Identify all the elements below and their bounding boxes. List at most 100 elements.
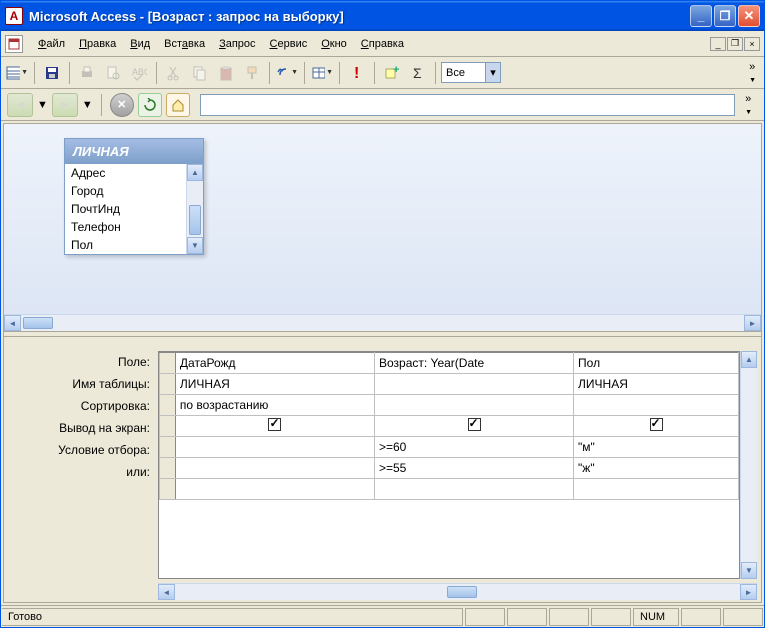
grid-row-show: [160, 416, 739, 437]
grid-cell[interactable]: >=60: [374, 437, 573, 458]
grid-cell[interactable]: [175, 458, 374, 479]
table-field[interactable]: Телефон: [65, 218, 186, 236]
mdi-minimize-button[interactable]: _: [710, 37, 726, 51]
scroll-thumb[interactable]: [447, 586, 477, 598]
query-type-button[interactable]: ▼: [310, 61, 334, 85]
totals-button[interactable]: Σ: [406, 61, 430, 85]
show-table-button[interactable]: +: [380, 61, 404, 85]
table-field[interactable]: ПочтИнд: [65, 200, 186, 218]
undo-button[interactable]: ▼: [275, 61, 299, 85]
scroll-left-icon[interactable]: ◄: [158, 584, 175, 600]
grid-row-table: ЛИЧНАЯ ЛИЧНАЯ: [160, 374, 739, 395]
save-button[interactable]: [40, 61, 64, 85]
scroll-up-icon[interactable]: ▲: [741, 351, 757, 368]
view-button[interactable]: ▼: [5, 61, 29, 85]
grid-cell[interactable]: ЛИЧНАЯ: [574, 374, 739, 395]
maximize-button[interactable]: ❐: [714, 5, 736, 27]
label-or: или:: [8, 461, 158, 483]
address-bar[interactable]: [200, 94, 735, 116]
menu-вид[interactable]: Вид: [123, 35, 157, 53]
cut-button[interactable]: [162, 61, 186, 85]
table-source-box[interactable]: ЛИЧНАЯ АдресГородПочтИндТелефонПол ▲ ▼: [64, 138, 204, 255]
grid-cell[interactable]: [374, 374, 573, 395]
grid-cell[interactable]: ЛИЧНАЯ: [175, 374, 374, 395]
grid-cell[interactable]: Пол: [574, 353, 739, 374]
navbar-overflow-button[interactable]: »▼: [739, 93, 758, 117]
grid-cell[interactable]: "ж": [574, 458, 739, 479]
stop-button[interactable]: ✕: [110, 93, 134, 117]
grid-row-or: >=55 "ж": [160, 458, 739, 479]
close-button[interactable]: ✕: [738, 5, 760, 27]
print-button[interactable]: [75, 61, 99, 85]
mdi-restore-button[interactable]: ❐: [727, 37, 743, 51]
grid-cell[interactable]: Возраст: Year(Date: [374, 353, 573, 374]
table-scrollbar[interactable]: ▲ ▼: [186, 164, 203, 254]
menu-справка[interactable]: Справка: [354, 35, 411, 53]
print-preview-button[interactable]: [101, 61, 125, 85]
tables-pane[interactable]: ЛИЧНАЯ АдресГородПочтИндТелефонПол ▲ ▼: [4, 124, 761, 314]
app-icon: A: [5, 7, 23, 25]
grid-cell[interactable]: [175, 416, 374, 437]
grid-cell[interactable]: [574, 395, 739, 416]
copy-button[interactable]: [188, 61, 212, 85]
forward-dropdown[interactable]: ▼: [82, 99, 93, 111]
show-checkbox[interactable]: [468, 418, 481, 431]
scroll-left-icon[interactable]: ◄: [4, 315, 21, 331]
scroll-thumb[interactable]: [23, 317, 53, 329]
grid-cell[interactable]: [574, 416, 739, 437]
grid-cell[interactable]: "м": [574, 437, 739, 458]
label-table: Имя таблицы:: [8, 373, 158, 395]
menu-файл[interactable]: Файл: [31, 35, 72, 53]
home-button[interactable]: [166, 93, 190, 117]
status-text: Готово: [2, 608, 463, 626]
paste-button[interactable]: [214, 61, 238, 85]
table-field-list[interactable]: АдресГородПочтИндТелефонПол: [65, 164, 186, 254]
upper-hscroll[interactable]: ◄ ►: [4, 314, 761, 331]
table-field[interactable]: Город: [65, 182, 186, 200]
scroll-right-icon[interactable]: ►: [744, 315, 761, 331]
svg-text:Σ: Σ: [413, 65, 422, 81]
grid-cell[interactable]: [374, 395, 573, 416]
top-values-combo[interactable]: Все ▾: [441, 62, 501, 83]
back-button[interactable]: ◄: [7, 93, 33, 117]
scroll-up-icon[interactable]: ▲: [187, 164, 203, 181]
menu-запрос[interactable]: Запрос: [212, 35, 262, 53]
query-design-workspace: ЛИЧНАЯ АдресГородПочтИндТелефонПол ▲ ▼ ◄…: [3, 123, 762, 603]
grid-cell[interactable]: по возрастанию: [175, 395, 374, 416]
window-title: Microsoft Access - [Возраст : запрос на …: [29, 9, 690, 24]
grid-hscroll[interactable]: ◄ ►: [158, 583, 757, 600]
back-dropdown[interactable]: ▼: [37, 99, 48, 111]
toolbar-overflow-button[interactable]: »▼: [745, 61, 760, 85]
menu-окно[interactable]: Окно: [314, 35, 354, 53]
show-checkbox[interactable]: [268, 418, 281, 431]
design-grid[interactable]: ДатаРожд Возраст: Year(Date Пол ЛИЧНАЯ Л…: [158, 351, 740, 579]
minimize-button[interactable]: _: [690, 5, 712, 27]
menu-сервис[interactable]: Сервис: [263, 35, 315, 53]
grid-cell[interactable]: [175, 437, 374, 458]
scroll-right-icon[interactable]: ►: [740, 584, 757, 600]
table-field[interactable]: Пол: [65, 236, 186, 254]
run-button[interactable]: !: [345, 61, 369, 85]
svg-text:!: !: [354, 65, 359, 81]
statusbar: Готово NUM: [1, 605, 764, 627]
grid-vscroll[interactable]: ▲ ▼: [740, 351, 757, 579]
dropdown-arrow-icon: ▾: [485, 63, 500, 82]
table-field[interactable]: Адрес: [65, 164, 186, 182]
mdi-close-button[interactable]: ×: [744, 37, 760, 51]
scroll-down-icon[interactable]: ▼: [187, 237, 203, 254]
label-show: Вывод на экран:: [8, 417, 158, 439]
show-checkbox[interactable]: [650, 418, 663, 431]
grid-row-blank: [160, 479, 739, 500]
format-painter-button[interactable]: [240, 61, 264, 85]
grid-cell[interactable]: ДатаРожд: [175, 353, 374, 374]
scroll-thumb[interactable]: [189, 205, 201, 235]
forward-button[interactable]: ►: [52, 93, 78, 117]
refresh-button[interactable]: [138, 93, 162, 117]
spellcheck-button[interactable]: ABC: [127, 61, 151, 85]
grid-cell[interactable]: [374, 416, 573, 437]
menu-вставка[interactable]: Вставка: [157, 35, 212, 53]
grid-cell[interactable]: >=55: [374, 458, 573, 479]
scroll-down-icon[interactable]: ▼: [741, 562, 757, 579]
menu-правка[interactable]: Правка: [72, 35, 123, 53]
mdi-icon[interactable]: [5, 35, 23, 53]
